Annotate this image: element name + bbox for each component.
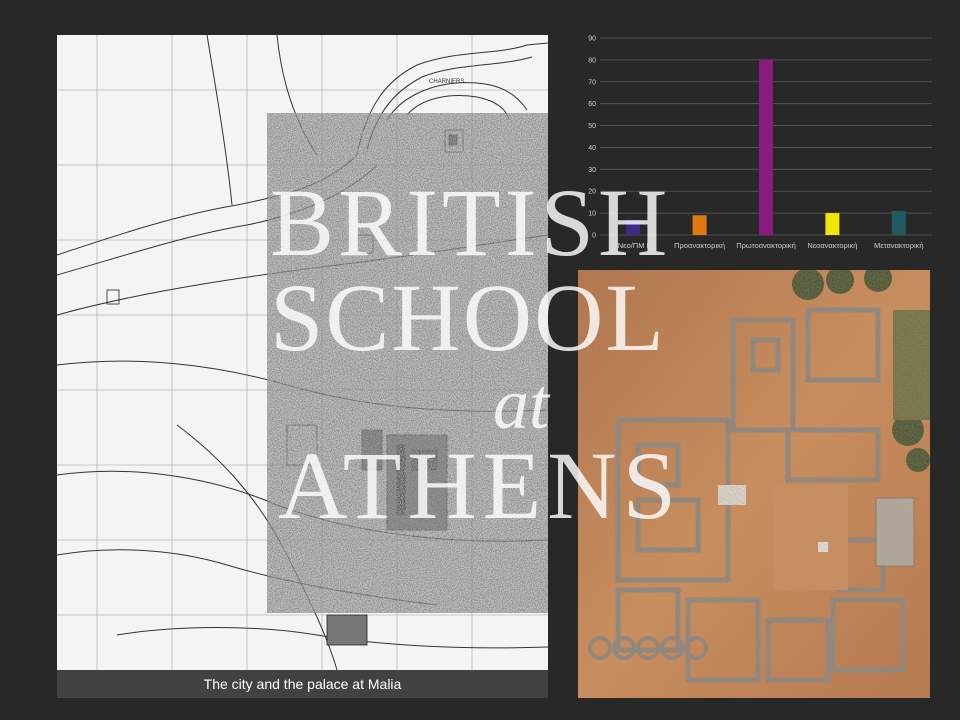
chart-y-tick-label: 70	[588, 79, 596, 86]
chart-bar	[825, 213, 840, 235]
chart-category-label: Νεοανακτορική	[807, 241, 857, 250]
chart-category-label: Προανακτορική	[674, 241, 725, 250]
chart-category-label: Νεο/ΠΜ Ι	[618, 241, 649, 250]
map-caption: The city and the palace at Malia	[57, 670, 548, 698]
chart-bar	[759, 59, 773, 236]
chart-bar	[626, 219, 641, 235]
chart-y-tick-label: 90	[588, 36, 596, 43]
map-label-charniers: CHARNIERS	[429, 79, 464, 85]
chart-y-tick-label: 30	[588, 167, 596, 174]
chart-bar	[692, 215, 707, 235]
chart-y-tick-label: 10	[588, 211, 596, 218]
chart-y-tick-label: 60	[588, 101, 596, 108]
chart-bar	[891, 210, 906, 235]
chart-category-label: Μετανακτορική	[874, 241, 924, 250]
chart-category-label: Πρωτοανακτορική	[736, 241, 796, 250]
chart-y-tick-label: 20	[588, 189, 596, 196]
chart-y-tick-label: 50	[588, 123, 596, 130]
site-map-image: CHARNIERS	[57, 35, 548, 670]
period-bar-chart: 0 10 20 30 40 50 60 70 80 90 Νεο/ΠΜ Ι Προανακτορικ…	[588, 36, 932, 250]
chart-y-tick-label: 0	[592, 233, 596, 240]
chart-y-tick-label: 40	[588, 145, 596, 152]
chart-y-tick-label: 80	[588, 57, 596, 64]
palace-aerial-photo	[578, 270, 930, 698]
